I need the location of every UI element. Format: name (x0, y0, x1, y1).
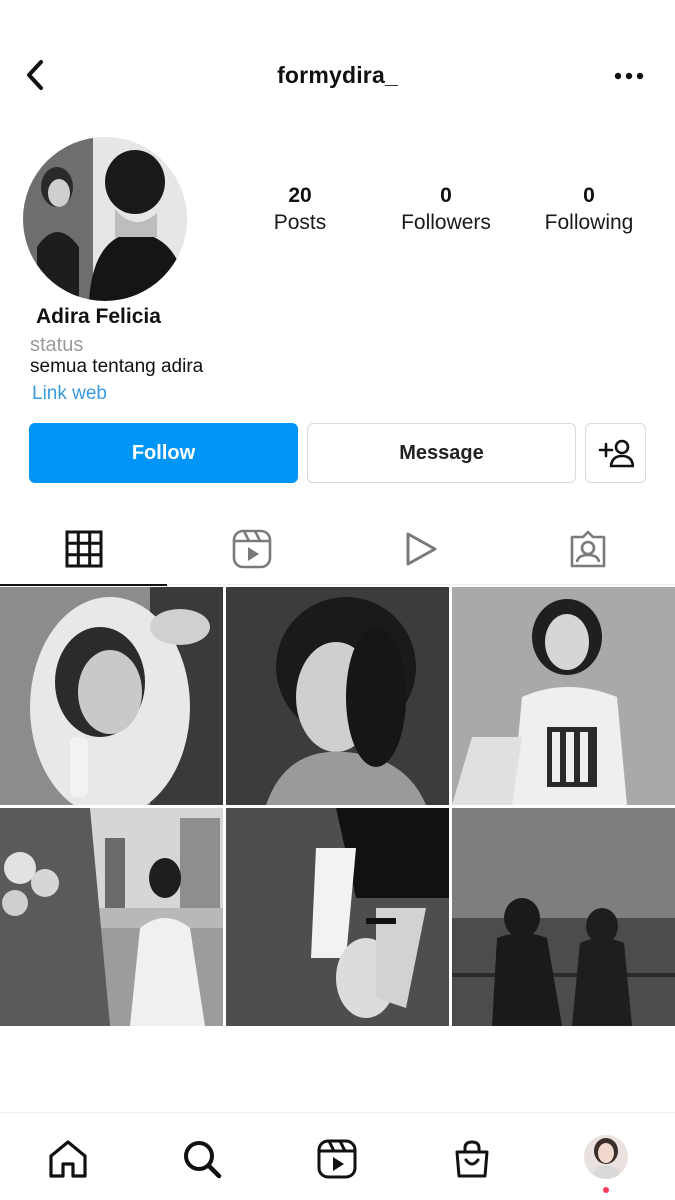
profile-display-name: Adira Felicia (36, 305, 161, 328)
tagged-icon (570, 530, 606, 568)
grid-post[interactable] (226, 587, 449, 805)
notification-dot (603, 1187, 609, 1193)
grid-icon (65, 530, 103, 568)
home-icon (49, 1140, 87, 1178)
nav-reels[interactable] (313, 1135, 361, 1183)
follow-button[interactable]: Follow (29, 423, 298, 483)
posts-count: 20 (288, 184, 312, 207)
profile-status: status (30, 334, 84, 356)
tab-tagged[interactable] (504, 513, 672, 585)
video-play-icon (406, 532, 437, 566)
active-tab-indicator (0, 584, 167, 586)
tab-videos[interactable] (336, 513, 504, 585)
shop-bag-icon (455, 1140, 489, 1178)
grid-post[interactable] (452, 587, 675, 805)
followers-label: Followers (401, 211, 491, 234)
stat-followers[interactable]: 0 Followers (376, 183, 516, 237)
nav-shop[interactable] (448, 1135, 496, 1183)
reels-icon (232, 529, 272, 569)
grid-post[interactable] (226, 808, 449, 1026)
posts-grid (0, 587, 675, 1028)
nav-profile-avatar[interactable] (584, 1135, 628, 1179)
stat-posts[interactable]: 20 Posts (230, 183, 370, 237)
nav-home[interactable] (44, 1135, 92, 1183)
tab-posts-grid[interactable] (0, 513, 168, 586)
bottom-navigation (0, 1112, 675, 1200)
more-horizontal-icon (614, 72, 644, 80)
grid-post[interactable] (452, 808, 675, 1026)
add-user-icon (598, 439, 634, 468)
reels-icon (317, 1139, 357, 1179)
grid-post[interactable] (0, 808, 223, 1026)
profile-bio: semua tentang adira (30, 356, 204, 377)
top-bar: formydira_ (0, 40, 675, 110)
suggested-users-button[interactable] (585, 423, 646, 483)
profile-username: formydira_ (277, 62, 398, 88)
message-button[interactable]: Message (307, 423, 576, 483)
more-options-button[interactable] (611, 64, 647, 88)
stat-following[interactable]: 0 Following (519, 183, 659, 237)
followers-count: 0 (440, 184, 452, 207)
search-icon (184, 1141, 222, 1179)
posts-label: Posts (273, 211, 327, 234)
following-count: 0 (583, 184, 595, 207)
nav-search[interactable] (178, 1135, 226, 1183)
tab-reels[interactable] (168, 513, 336, 585)
profile-link[interactable]: Link web (32, 383, 107, 405)
profile-avatar[interactable] (23, 137, 187, 301)
profile-tabs (0, 513, 675, 586)
grid-post[interactable] (0, 587, 223, 805)
following-label: Following (544, 211, 634, 234)
profile-stats: 20 Posts 0 Followers 0 Following (230, 183, 660, 243)
